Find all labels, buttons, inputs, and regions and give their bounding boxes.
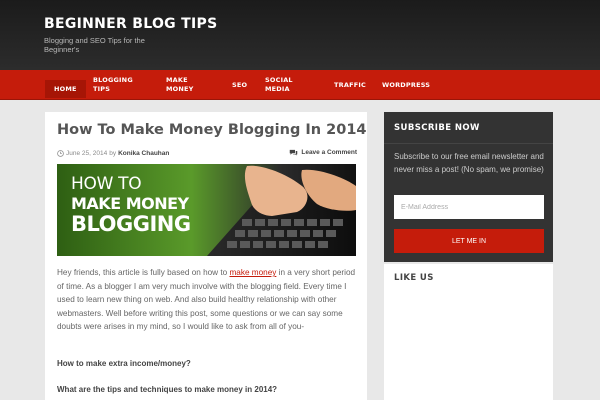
intro-text-after: in a very short period of time. As a blo… bbox=[57, 268, 356, 331]
subscribe-title: SUBSCRIBE NOW bbox=[394, 123, 480, 133]
question-1: How to make extra income/money? bbox=[57, 359, 191, 368]
site-description: Blogging and SEO Tips for the Beginner's bbox=[44, 36, 145, 54]
main-nav: HOME BLOGGING TIPS MAKE MONEY SEO SOCIAL… bbox=[0, 70, 600, 100]
nav-item-blogging-tips[interactable]: BLOGGING TIPS bbox=[93, 70, 133, 100]
banner-line-3: BLOGGING bbox=[71, 212, 191, 236]
clock-icon bbox=[57, 150, 64, 157]
divider bbox=[384, 143, 553, 144]
banner-text: HOW TO MAKE MONEY BLOGGING bbox=[71, 176, 191, 235]
nav-item-traffic[interactable]: TRAFFIC bbox=[334, 70, 366, 100]
post-meta: June 25, 2014 by Konika Chauhan bbox=[57, 150, 169, 157]
nav-item-wordpress[interactable]: WORDPRESS bbox=[382, 70, 430, 100]
intro-text-before: Hey friends, this article is fully based… bbox=[57, 268, 230, 277]
comment-icon bbox=[290, 149, 298, 156]
nav-item-seo[interactable]: SEO bbox=[232, 70, 247, 100]
subscribe-widget: SUBSCRIBE NOW Subscribe to our free emai… bbox=[384, 112, 553, 262]
like-us-widget: LIKE US bbox=[384, 264, 553, 400]
subscribe-text: Subscribe to our free email newsletter a… bbox=[394, 152, 544, 174]
post-banner-image: HOW TO MAKE MONEY BLOGGING bbox=[57, 164, 356, 256]
site-header: BEGINNER BLOG TIPS Blogging and SEO Tips… bbox=[0, 0, 600, 70]
post-by: by bbox=[109, 150, 117, 157]
post-container: How To Make Money Blogging In 2014 June … bbox=[45, 112, 367, 400]
comment-link[interactable]: Leave a Comment bbox=[289, 149, 357, 156]
make-money-link[interactable]: make money bbox=[229, 268, 276, 277]
nav-item-home[interactable]: HOME bbox=[45, 80, 86, 98]
comment-label[interactable]: Leave a Comment bbox=[301, 149, 357, 156]
site-title[interactable]: BEGINNER BLOG TIPS bbox=[44, 16, 217, 32]
nav-item-social-media[interactable]: SOCIAL MEDIA bbox=[265, 70, 305, 100]
subscribe-button[interactable]: LET ME IN bbox=[394, 229, 544, 253]
post-intro: Hey friends, this article is fully based… bbox=[57, 266, 357, 334]
nav-item-make-money[interactable]: MAKE MONEY bbox=[166, 70, 206, 100]
post-title[interactable]: How To Make Money Blogging In 2014 bbox=[57, 122, 367, 138]
banner-line-2: MAKE MONEY bbox=[71, 194, 189, 213]
email-field[interactable] bbox=[394, 195, 544, 219]
post-author[interactable]: Konika Chauhan bbox=[118, 150, 169, 157]
post-date: June 25, 2014 bbox=[66, 150, 108, 157]
like-us-title: LIKE US bbox=[394, 273, 434, 283]
question-2: What are the tips and techniques to make… bbox=[57, 385, 278, 394]
banner-line-1: HOW TO bbox=[71, 174, 142, 194]
